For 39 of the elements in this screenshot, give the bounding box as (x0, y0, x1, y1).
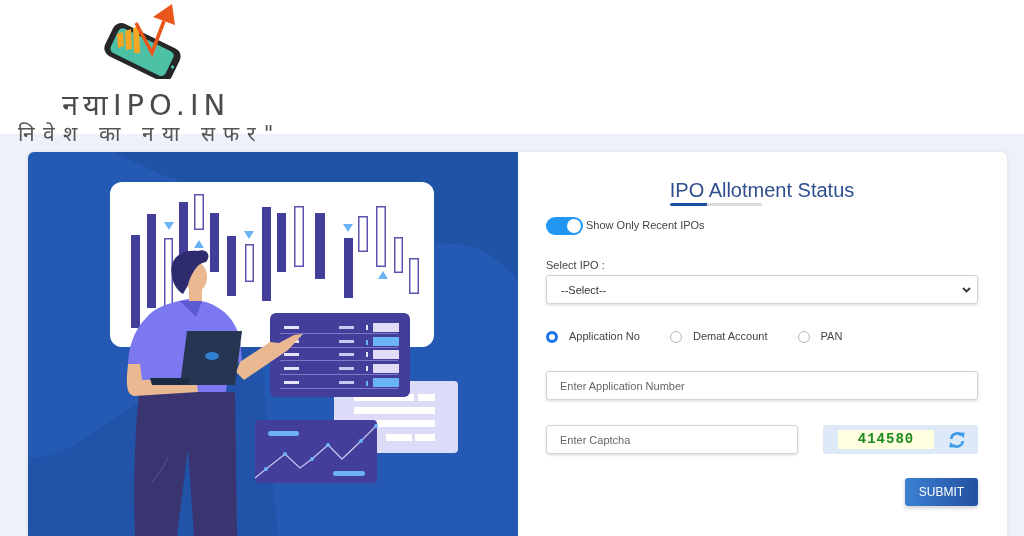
up-triangle-icon (378, 271, 388, 279)
up-triangle-icon (194, 240, 204, 248)
field-label: Select IPO : (546, 259, 605, 272)
radio-label[interactable]: Application No (569, 330, 640, 343)
submit-button[interactable]: SUBMIT (905, 478, 978, 506)
down-triangle-icon (164, 222, 174, 230)
refresh-icon[interactable] (948, 430, 966, 449)
ipo-select-dropdown[interactable]: --Select-- (546, 275, 978, 304)
radio-button[interactable] (546, 330, 558, 343)
candle-bar (394, 237, 403, 273)
person-head (171, 250, 209, 301)
toggle-label[interactable]: Show Only Recent IPOs (586, 218, 705, 232)
candle-bar (294, 206, 304, 267)
application-number-field[interactable]: Enter Application Number (546, 371, 978, 400)
logo-tagline: निवेश का नया सफर" (18, 121, 282, 147)
down-triangle-icon (244, 231, 254, 239)
pointing-arm (236, 334, 303, 380)
radio-label[interactable]: Demat Account (692, 330, 768, 343)
candle-bar (409, 258, 419, 294)
candle-bar (227, 236, 236, 296)
captcha-input-field[interactable]: Enter Captcha (546, 425, 798, 454)
candle-bar (194, 194, 204, 230)
candle-bar (315, 213, 325, 279)
down-triangle-icon (343, 224, 353, 232)
candle-bar (210, 213, 219, 272)
form-title: IPO Allotment Status (669, 178, 855, 202)
candle-bar (277, 213, 286, 272)
candle-bar (245, 244, 254, 282)
logo-text: नयाIPO.IN (62, 89, 231, 121)
captcha-code: 414580 (838, 430, 934, 449)
chevron-down-icon (962, 286, 971, 293)
candle-bar (358, 216, 368, 252)
candle-bar (376, 206, 386, 267)
toggle-switch[interactable] (546, 217, 583, 235)
candle-bar (344, 238, 353, 298)
radio-button[interactable] (669, 330, 682, 343)
radio-label[interactable]: PAN (820, 330, 843, 343)
radio-button[interactable] (797, 330, 810, 343)
candle-bar (164, 238, 173, 308)
